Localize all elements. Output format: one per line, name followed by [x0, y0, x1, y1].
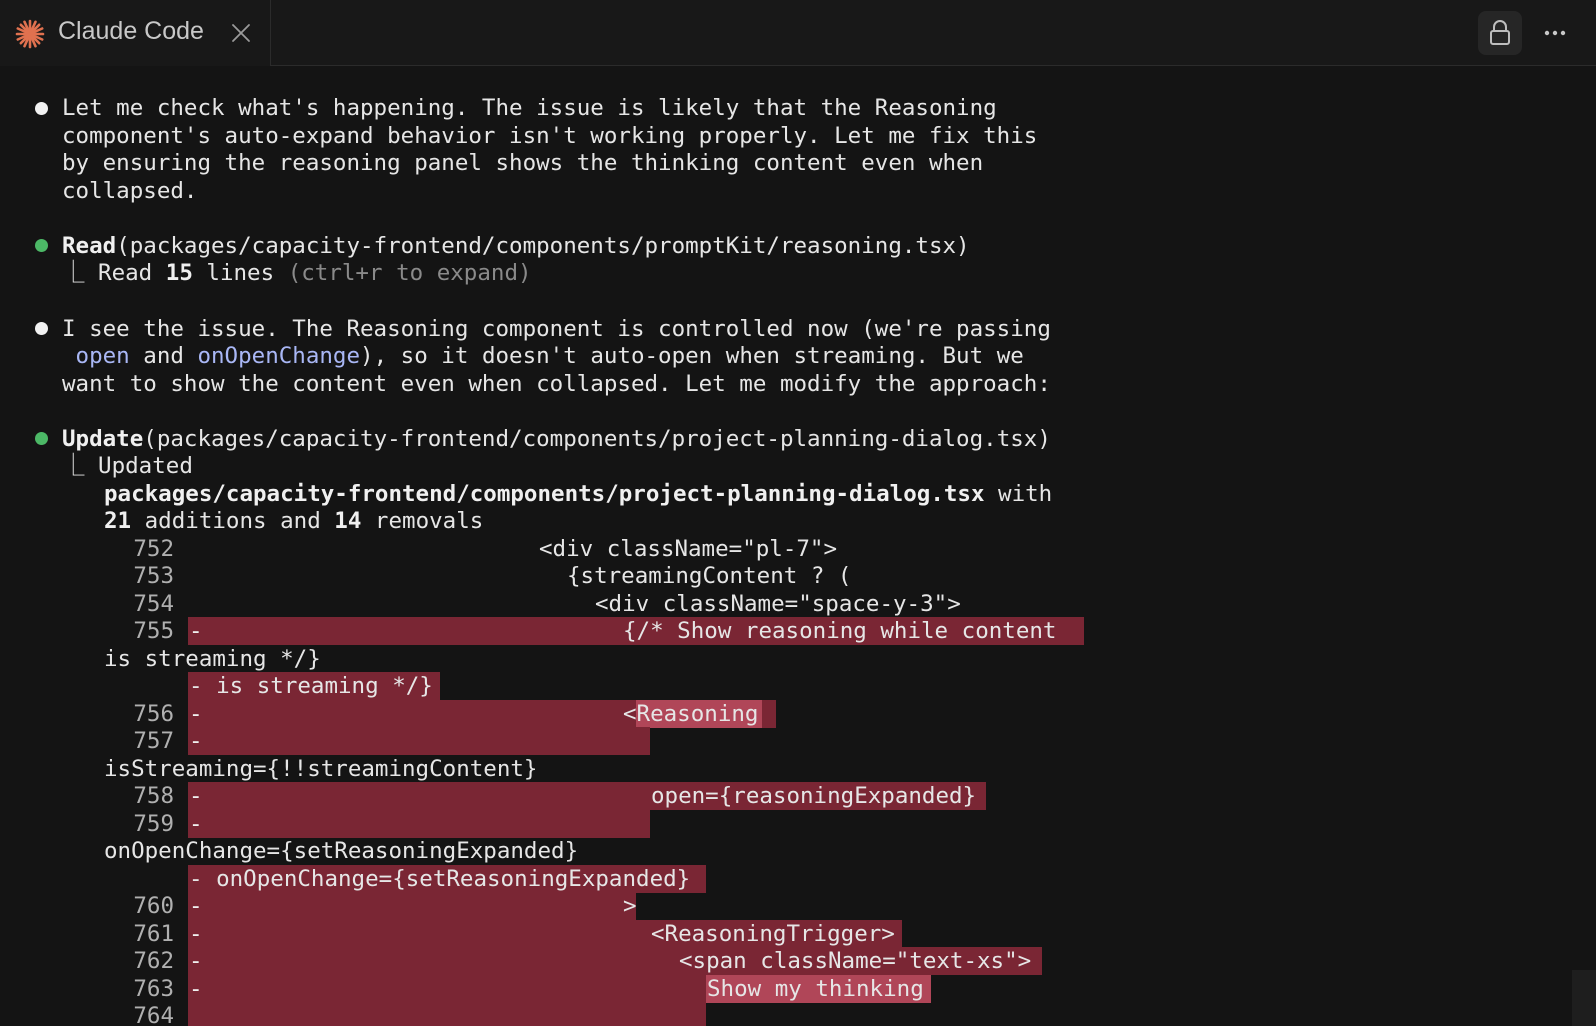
removed-line-bg [188, 810, 650, 838]
removed-marker: - [189, 921, 203, 947]
more-horizontal-icon[interactable] [1540, 20, 1570, 46]
tool-argument: (packages/capacity-frontend/components/p… [143, 426, 1051, 452]
result-text: removals [361, 508, 484, 534]
tool-name: Update [62, 426, 144, 452]
message-text: component's auto-expand behavior isn't w… [62, 123, 1038, 149]
tool-status-dot [35, 239, 48, 252]
removed-marker: - [189, 783, 203, 809]
removed-marker: - [189, 948, 203, 974]
result-prefix: ⎿ Read [62, 260, 166, 286]
message-text: want to show the content even when colla… [62, 371, 1051, 397]
tool-call-update[interactable]: Update(packages/capacity-frontend/compon… [62, 425, 1051, 453]
removed-line: open={reasoningExpanded} [651, 783, 977, 809]
tool-call-read[interactable]: Read(packages/capacity-frontend/componen… [62, 232, 970, 260]
inline-code: open [75, 343, 130, 369]
removed-line: <span className="text-xs"> [679, 948, 1032, 974]
removed-line-bg [188, 1002, 706, 1026]
message-text-fragment: and [129, 343, 198, 369]
scrollbar[interactable] [1572, 970, 1596, 1026]
tab-claude-code[interactable]: Claude Code [0, 0, 271, 66]
tool-result-path: packages/capacity-frontend/components/pr… [104, 480, 1052, 508]
line-number: 755 [133, 618, 174, 644]
tool-name: Read [62, 233, 117, 259]
inline-code: onOpenChange [197, 343, 361, 369]
lock-button[interactable] [1478, 11, 1522, 55]
tool-result: ⎿ Updated [62, 453, 193, 479]
result-suffix: lines [192, 260, 288, 286]
result-text: with [984, 481, 1053, 507]
removed-line-bg [188, 727, 650, 755]
removals-count: 14 [334, 508, 362, 534]
wrapped-line: is streaming */} [104, 646, 321, 672]
line-number: 759 [133, 811, 174, 837]
line-number: 763 [133, 976, 174, 1002]
removed-marker: - [189, 893, 203, 919]
lock-icon [1490, 20, 1510, 45]
diff-line: <div className="pl-7"> [539, 536, 838, 562]
tab-bar: Claude Code [0, 0, 1596, 66]
message-bullet [35, 102, 48, 115]
removed-line: > [623, 893, 637, 919]
tool-result[interactable]: ⎿ Read 15 lines (ctrl+r to expand) [62, 259, 532, 287]
tool-argument: (packages/capacity-frontend/components/p… [116, 233, 970, 259]
line-number: 756 [133, 701, 174, 727]
wrapped-line: onOpenChange={setReasoningExpanded} [104, 838, 579, 864]
line-number: 758 [133, 783, 174, 809]
line-number: 764 [133, 1003, 174, 1026]
removed-line-bg [188, 892, 636, 920]
message-text-fragment: ), so it doesn't auto-open when streamin… [360, 343, 1024, 369]
removed-line-bg [188, 975, 706, 1003]
message-text: by ensuring the reasoning panel shows th… [62, 150, 984, 176]
expand-hint: (ctrl+r to expand) [287, 260, 532, 286]
line-count: 15 [165, 260, 193, 286]
additions-count: 21 [104, 508, 132, 534]
message-text: collapsed. [62, 178, 198, 204]
tool-status-dot [35, 432, 48, 445]
tool-result-summary: 21 additions and 14 removals [104, 507, 483, 535]
line-number: 760 [133, 893, 174, 919]
line-number: 757 [133, 728, 174, 754]
message-bullet [35, 322, 48, 335]
file-path: packages/capacity-frontend/components/pr… [104, 481, 985, 507]
line-number: 752 [133, 536, 174, 562]
line-number: 754 [133, 591, 174, 617]
wrapped-line: isStreaming={!!streamingContent} [104, 756, 538, 782]
message-text: I see the issue. The Reasoning component… [62, 316, 1051, 342]
removed-marker: - [189, 728, 203, 754]
removed-line: - onOpenChange={setReasoningExpanded} [189, 866, 691, 892]
result-text: additions and [131, 508, 335, 534]
claude-logo-icon [15, 19, 45, 49]
removed-line: {/* Show reasoning while content [623, 618, 1057, 644]
removed-line: <Reasoning [623, 701, 759, 727]
removed-marker: - [189, 976, 203, 1002]
message-text: Let me check what's happening. The issue… [62, 95, 997, 121]
diff-line: <div className="space-y-3"> [595, 591, 961, 617]
line-number: 761 [133, 921, 174, 947]
line-number: 753 [133, 563, 174, 589]
removed-line: - is streaming */} [189, 673, 433, 699]
removed-marker: - [189, 811, 203, 837]
line-number: 762 [133, 948, 174, 974]
removed-line: <ReasoningTrigger> [651, 921, 895, 947]
removed-marker: - [189, 618, 203, 644]
close-icon[interactable] [231, 23, 251, 43]
removed-line: Show my thinking [707, 976, 924, 1002]
diff-line: {streamingContent ? ( [567, 563, 852, 589]
message-text: open and onOpenChange), so it doesn't au… [62, 342, 1024, 370]
tab-title: Claude Code [58, 17, 204, 45]
conversation-transcript: Let me check what's happening. The issue… [0, 67, 1596, 1026]
removed-marker: - [189, 701, 203, 727]
